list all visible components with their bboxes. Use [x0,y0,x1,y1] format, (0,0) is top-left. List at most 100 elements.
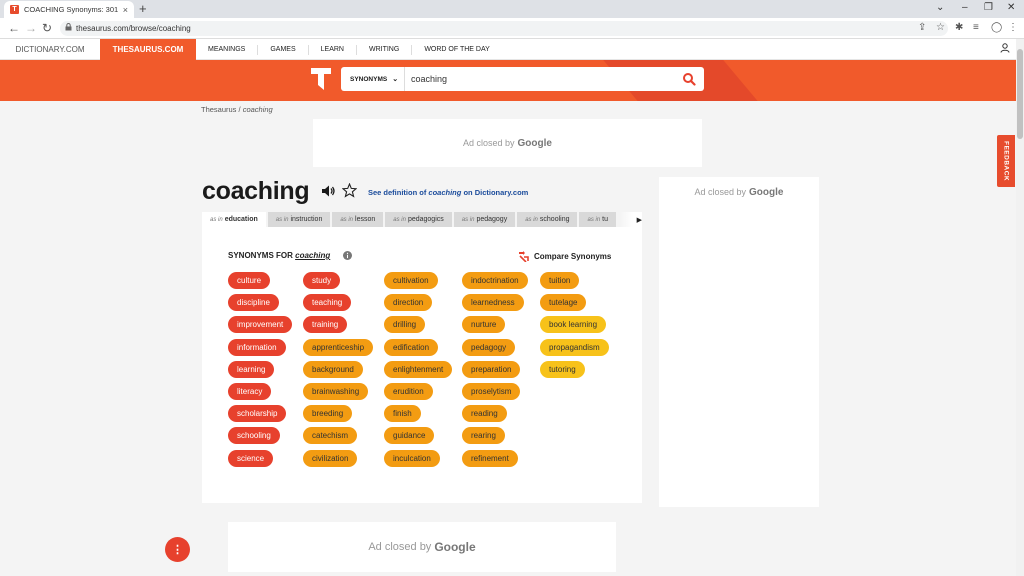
synonym-pill[interactable]: nurture [462,316,506,334]
minimize-icon[interactable]: – [962,2,968,13]
synonym-pill[interactable]: reading [462,405,507,423]
synonym-pill[interactable]: discipline [228,294,279,312]
nav-thesaurus-link[interactable]: THESAURUS.COM [100,39,196,60]
tab-pedagogics[interactable]: as in pedagogics [385,212,452,227]
chevron-down-icon: ⌄ [392,76,399,83]
tab-pedagogy[interactable]: as in pedagogy [453,212,516,227]
synonym-pill[interactable]: tutelage [540,294,587,312]
synonym-pill[interactable]: breeding [303,405,353,423]
nav-link-meanings[interactable]: MEANINGS [196,44,259,55]
synonym-pill[interactable]: scholarship [228,405,287,423]
synonym-pill[interactable]: erudition [384,382,433,400]
synonym-pill[interactable]: catechism [303,427,358,445]
search-box: SYNONYMS ⌄ [341,67,704,91]
tab-lesson[interactable]: as in lesson [332,212,384,227]
headword: coaching [202,177,310,205]
synonym-pill[interactable]: culture [228,272,271,289]
search-icon[interactable] [682,72,696,86]
info-icon[interactable] [343,251,352,260]
dictionary-definition-link[interactable]: See definition of coaching on Dictionary… [368,188,528,197]
nav-link-word-of-the-day[interactable]: WORD OF THE DAY [412,45,501,55]
forward-icon[interactable]: → [25,21,37,35]
synonym-pill[interactable]: civilization [303,449,358,467]
synonym-column: tuition tutelage book learning propagandism… [540,272,609,383]
synonym-pill[interactable]: inculcation [384,449,440,467]
synonym-pill[interactable]: propagandism [540,338,609,356]
share-icon[interactable]: ⇪ [918,22,926,33]
thesaurus-logo-icon[interactable] [311,68,331,90]
reading-list-icon[interactable]: ≡ [973,22,979,33]
tab-prefix: as in [461,216,475,223]
page-scrollbar[interactable] [1016,39,1024,576]
close-window-icon[interactable]: ✕ [1007,2,1015,13]
synonyms-heading: SYNONYMS FOR coaching [228,251,330,260]
google-logo: Google [517,137,552,149]
breadcrumb-root[interactable]: Thesaurus [201,105,236,114]
synonym-pill[interactable]: background [303,360,363,378]
synonym-pill[interactable]: drilling [384,316,426,334]
synonym-pill[interactable]: learning [228,360,275,378]
browser-tab[interactable]: T COACHING Synonyms: 301 Synonyms × [4,1,134,18]
nav-link-writing[interactable]: WRITING [357,44,413,55]
url-field[interactable]: thesaurus.com/browse/coaching [60,21,948,36]
tab-schooling[interactable]: as in schooling [517,212,578,227]
synonym-pill[interactable]: enlightenment [384,360,453,378]
synonym-pill[interactable]: learnedness [462,294,524,312]
compare-synonyms-button[interactable]: Compare Synonyms [518,251,611,262]
synonym-pill[interactable]: literacy [228,382,272,400]
synonym-pill[interactable]: cultivation [384,272,438,289]
tab-instruction[interactable]: as in instruction [267,212,331,227]
synonym-pill[interactable]: apprenticeship [303,338,374,356]
tabs-scroll-right-icon[interactable]: ▶ [620,212,642,227]
synonym-pill[interactable]: guidance [384,427,435,445]
synonym-pill[interactable]: preparation [462,360,521,378]
more-options-button[interactable]: ⋮ [165,537,190,562]
restore-icon[interactable]: ❐ [984,2,993,13]
synonym-pill[interactable]: tutoring [540,360,585,378]
back-icon[interactable]: ← [8,21,20,35]
synonym-pill[interactable]: finish [384,405,421,423]
synonym-pill[interactable]: rearing [462,427,505,445]
tab-education[interactable]: as in education [202,212,266,227]
search-type-dropdown[interactable]: SYNONYMS ⌄ [341,67,405,91]
user-icon[interactable] [1000,43,1010,56]
menu-icon[interactable]: ⋮ [1008,22,1018,33]
tab-search-icon[interactable]: ⌄ [936,2,944,13]
synonym-pill[interactable]: refinement [462,449,518,467]
url-text: thesaurus.com/browse/coaching [76,24,191,33]
synonym-pill[interactable]: schooling [228,427,280,445]
synonym-pill[interactable]: indoctrination [462,272,528,289]
tab-close-icon[interactable]: × [123,5,128,15]
synonym-pill[interactable]: proselytism [462,382,521,400]
synonym-pill[interactable]: pedagogy [462,338,516,356]
ad-text: Ad closed by [368,541,432,553]
nav-link-learn[interactable]: LEARN [309,44,357,55]
speaker-icon[interactable] [321,184,335,198]
synonym-pill[interactable]: training [303,316,348,334]
feedback-button[interactable]: FEEDBACK [997,135,1015,187]
tab-label: schooling [539,216,570,223]
synonym-pill[interactable]: science [228,449,274,467]
tab-tu[interactable]: as in tu [579,212,617,227]
scrollbar-thumb[interactable] [1017,49,1023,139]
favorite-star-icon[interactable] [342,183,357,198]
nav-link-games[interactable]: GAMES [258,44,309,55]
new-tab-button[interactable]: + [139,2,147,16]
synonym-pill[interactable]: teaching [303,294,352,312]
synonym-pill[interactable]: information [228,338,286,356]
synonym-pill[interactable]: improvement [228,316,293,334]
search-input[interactable] [411,71,671,87]
synonym-pill[interactable]: brainwashing [303,382,369,400]
profile-icon[interactable]: ◯ [991,22,1002,33]
reload-icon[interactable]: ↻ [42,21,52,35]
tab-label: education [224,216,258,223]
extensions-icon[interactable]: ✱ [955,22,963,33]
tab-prefix: as in [393,216,406,223]
synonym-pill[interactable]: edification [384,338,439,356]
synonym-pill[interactable]: direction [384,294,433,312]
synonym-pill[interactable]: book learning [540,316,607,334]
synonym-pill[interactable]: study [303,272,341,289]
synonym-pill[interactable]: tuition [540,272,580,289]
bookmark-star-icon[interactable]: ☆ [936,22,945,33]
nav-dictionary-link[interactable]: DICTIONARY.COM [0,39,100,60]
